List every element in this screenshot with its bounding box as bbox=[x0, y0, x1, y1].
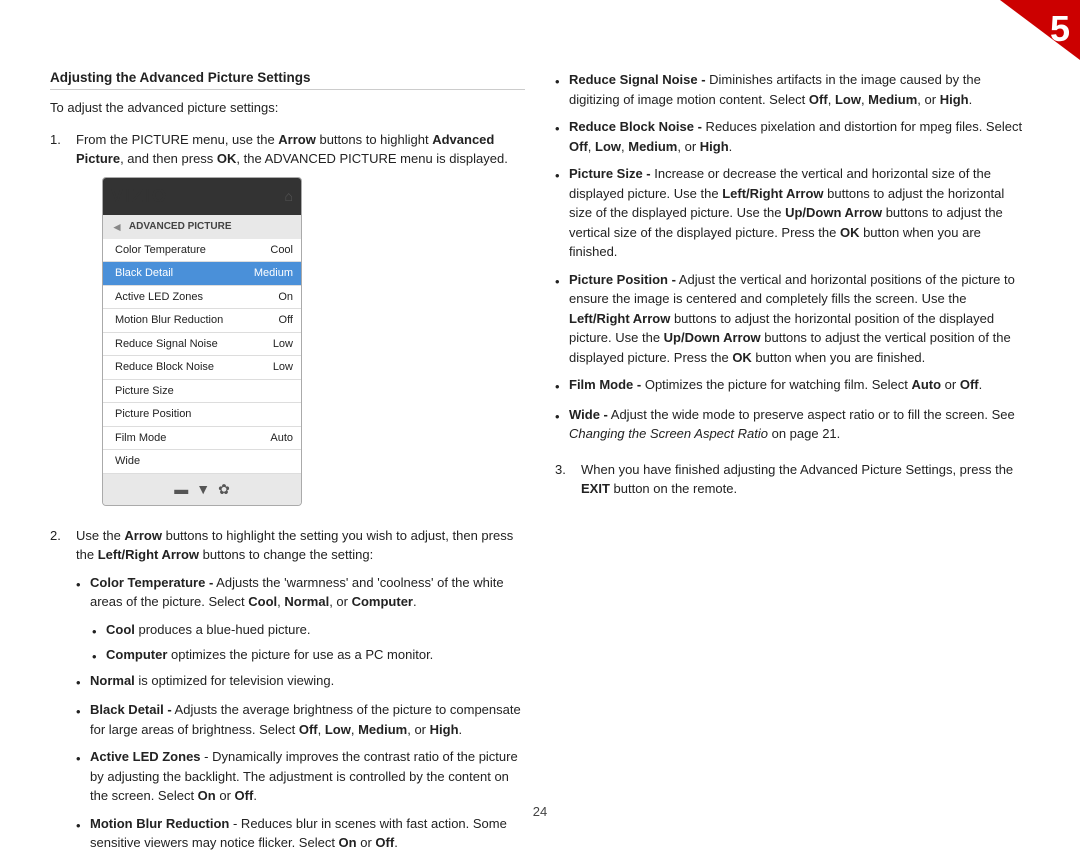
bullet-reduce-signal-text: Reduce Signal Noise - Diminishes artifac… bbox=[569, 70, 1030, 109]
step-1: 1. From the PICTURE menu, use the Arrow … bbox=[50, 130, 525, 514]
tv-menu-row-picture-pos: Picture Position bbox=[103, 403, 301, 427]
settings-icon: ✿ bbox=[218, 479, 230, 500]
row-val-motion-blur: Off bbox=[279, 312, 293, 329]
sub-bullet-computer: • Computer optimizes the picture for use… bbox=[92, 645, 525, 667]
step-1-number: 1. bbox=[50, 130, 68, 514]
bullet-dot-film: • bbox=[555, 377, 563, 397]
bullet-black-detail-text: Black Detail - Adjusts the average brigh… bbox=[90, 700, 525, 739]
left-column: Adjusting the Advanced Picture Settings … bbox=[50, 70, 525, 794]
tv-menu-row-color-temp: Color Temperature Cool bbox=[103, 239, 301, 263]
back-icon: ◄ bbox=[111, 218, 123, 236]
vizio-logo: VIZIO bbox=[111, 183, 168, 210]
page-corner: 5 bbox=[1000, 0, 1080, 60]
intro-text: To adjust the advanced picture settings: bbox=[50, 98, 525, 118]
sub-bullet-cool-text: Cool produces a blue-hued picture. bbox=[106, 620, 311, 642]
row-val-signal-noise: Low bbox=[273, 336, 293, 353]
tv-menu-title-bar: ◄ ADVANCED PICTURE bbox=[103, 215, 301, 239]
row-label-motion-blur: Motion Blur Reduction bbox=[115, 312, 223, 329]
row-label-block-noise: Reduce Block Noise bbox=[115, 359, 214, 376]
tv-menu-row-black-detail: Black Detail Medium bbox=[103, 262, 301, 286]
row-val-block-noise: Low bbox=[273, 359, 293, 376]
bullet-color-temp: • Color Temperature - Adjusts the 'warmn… bbox=[76, 573, 525, 612]
tv-menu-row-motion-blur: Motion Blur Reduction Off bbox=[103, 309, 301, 333]
tv-menu-footer: ▬ ▼ ✿ bbox=[103, 474, 301, 505]
bullet-dot-black: • bbox=[76, 702, 84, 739]
row-label-black-detail: Black Detail bbox=[115, 265, 173, 282]
bullet-wide: • Wide - Adjust the wide mode to preserv… bbox=[555, 405, 1030, 444]
bullet-reduce-block: • Reduce Block Noise - Reduces pixelatio… bbox=[555, 117, 1030, 156]
page-number: 5 bbox=[1050, 8, 1070, 50]
sub-bullet-dot: • bbox=[92, 622, 100, 642]
footer-page-number: 24 bbox=[533, 804, 547, 819]
bullet-dot-wide: • bbox=[555, 407, 563, 444]
row-val-led-zones: On bbox=[278, 289, 293, 306]
step-3-number: 3. bbox=[555, 460, 573, 499]
bullet-picture-position-text: Picture Position - Adjust the vertical a… bbox=[569, 270, 1030, 368]
right-bullet-list: • Reduce Signal Noise - Diminishes artif… bbox=[555, 70, 1030, 444]
bullet-dot-signal: • bbox=[555, 72, 563, 109]
bullet-wide-text: Wide - Adjust the wide mode to preserve … bbox=[569, 405, 1030, 444]
bullet-active-led-text: Active LED Zones - Dynamically improves … bbox=[90, 747, 525, 806]
bullet-active-led: • Active LED Zones - Dynamically improve… bbox=[76, 747, 525, 806]
normal-bullet-list: • Normal is optimized for television vie… bbox=[76, 671, 525, 853]
row-label-signal-noise: Reduce Signal Noise bbox=[115, 336, 218, 353]
bullet-picture-position: • Picture Position - Adjust the vertical… bbox=[555, 270, 1030, 368]
bullet-dot-size: • bbox=[555, 166, 563, 262]
bullet-dot-position: • bbox=[555, 272, 563, 368]
tv-menu-row-picture-size: Picture Size bbox=[103, 380, 301, 404]
down-arrow-icon: ▼ bbox=[196, 479, 210, 500]
bullet-motion-blur: • Motion Blur Reduction - Reduces blur i… bbox=[76, 814, 525, 853]
tv-menu-row-signal-noise: Reduce Signal Noise Low bbox=[103, 333, 301, 357]
tv-menu: VIZIO ⌂ ◄ ADVANCED PICTURE Color Tempera… bbox=[102, 177, 302, 506]
sub-settings-list: • Color Temperature - Adjusts the 'warmn… bbox=[76, 573, 525, 612]
sub-bullet-list: • Cool produces a blue-hued picture. • C… bbox=[92, 620, 525, 667]
sub-bullet-cool: • Cool produces a blue-hued picture. bbox=[92, 620, 525, 642]
bullet-dot-led: • bbox=[76, 749, 84, 806]
bullet-black-detail: • Black Detail - Adjusts the average bri… bbox=[76, 700, 525, 739]
tv-menu-header: VIZIO ⌂ bbox=[103, 178, 301, 215]
tv-menu-row-wide: Wide bbox=[103, 450, 301, 474]
row-label-color-temp: Color Temperature bbox=[115, 242, 206, 259]
bullet-normal: • Normal is optimized for television vie… bbox=[76, 671, 525, 693]
sub-bullet-dot-2: • bbox=[92, 647, 100, 667]
bullet-film-mode-text: Film Mode - Optimizes the picture for wa… bbox=[569, 375, 982, 397]
bullet-color-temp-text: Color Temperature - Adjusts the 'warmnes… bbox=[90, 573, 525, 612]
bullet-dot: • bbox=[76, 575, 84, 612]
step-1-content: From the PICTURE menu, use the Arrow but… bbox=[76, 130, 525, 514]
bullet-normal-text: Normal is optimized for television viewi… bbox=[90, 671, 334, 693]
home-icon: ⌂ bbox=[285, 186, 293, 207]
step-3: 3. When you have finished adjusting the … bbox=[555, 460, 1030, 499]
tv-menu-row-film-mode: Film Mode Auto bbox=[103, 427, 301, 451]
bullet-dot-normal: • bbox=[76, 673, 84, 693]
row-val-black-detail: Medium bbox=[254, 265, 293, 282]
step-3-content: When you have finished adjusting the Adv… bbox=[581, 460, 1030, 499]
section-heading: Adjusting the Advanced Picture Settings bbox=[50, 70, 525, 90]
bullet-film-mode: • Film Mode - Optimizes the picture for … bbox=[555, 375, 1030, 397]
tv-menu-row-led-zones: Active LED Zones On bbox=[103, 286, 301, 310]
bullet-picture-size: • Picture Size - Increase or decrease th… bbox=[555, 164, 1030, 262]
sub-bullet-computer-text: Computer optimizes the picture for use a… bbox=[106, 645, 433, 667]
bullet-reduce-signal: • Reduce Signal Noise - Diminishes artif… bbox=[555, 70, 1030, 109]
bullet-picture-size-text: Picture Size - Increase or decrease the … bbox=[569, 164, 1030, 262]
main-content: Adjusting the Advanced Picture Settings … bbox=[50, 70, 1030, 794]
row-val-color-temp: Cool bbox=[270, 242, 293, 259]
menu-icon: ▬ bbox=[174, 479, 188, 500]
bullet-reduce-block-text: Reduce Block Noise - Reduces pixelation … bbox=[569, 117, 1030, 156]
bullet-dot-motion: • bbox=[76, 816, 84, 853]
right-column: • Reduce Signal Noise - Diminishes artif… bbox=[555, 70, 1030, 794]
row-val-film-mode: Auto bbox=[270, 430, 293, 447]
bullet-dot-block: • bbox=[555, 119, 563, 156]
row-label-led-zones: Active LED Zones bbox=[115, 289, 203, 306]
page-footer: 24 bbox=[0, 804, 1080, 819]
bullet-motion-blur-text: Motion Blur Reduction - Reduces blur in … bbox=[90, 814, 525, 853]
row-label-film-mode: Film Mode bbox=[115, 430, 166, 447]
tv-menu-row-block-noise: Reduce Block Noise Low bbox=[103, 356, 301, 380]
tv-menu-section-label: ADVANCED PICTURE bbox=[129, 219, 232, 234]
